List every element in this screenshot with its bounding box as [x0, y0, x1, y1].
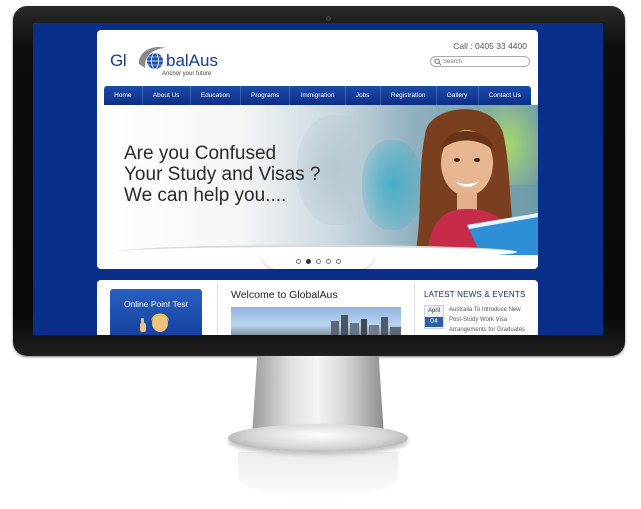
city-skyline-photo — [231, 307, 401, 335]
site-header-card: Gl balAus Anchor your future Call : 0405… — [97, 30, 538, 269]
hero-line: We can help you.... — [124, 185, 287, 206]
skyline-graphic — [331, 315, 401, 335]
content-card: Online Point Test Welcome to GlobalAus L… — [97, 280, 538, 335]
news-month: April — [427, 308, 440, 314]
hero-banner[interactable]: Are you Confused Your Study and Visas ? … — [97, 105, 538, 255]
nav-about-us[interactable]: About Us — [143, 86, 191, 105]
news-section-title: LATEST NEWS & EVENTS — [424, 290, 526, 299]
nav-gallery[interactable]: Gallery — [437, 86, 479, 105]
welcome-title: Welcome to GlobalAus — [231, 289, 338, 301]
search-icon[interactable] — [434, 58, 442, 66]
slider-dot[interactable] — [295, 258, 301, 264]
nav-jobs[interactable]: Jobs — [346, 86, 381, 105]
logo-prefix: Gl — [110, 51, 127, 70]
hero-headline: Are you Confused Your Study and Visas ? … — [124, 143, 320, 206]
nav-home[interactable]: Home — [104, 86, 143, 105]
online-point-test-title: Online Point Test — [123, 299, 189, 309]
column-divider — [217, 284, 218, 335]
news-date-badge: April 04 — [424, 305, 444, 329]
main-nav: Home About Us Education Programs Immigra… — [104, 86, 531, 105]
news-day: 04 — [425, 317, 443, 327]
monitor-stand-base — [228, 424, 408, 452]
slider-pagination — [261, 253, 375, 269]
nav-immigration[interactable]: Immigration — [290, 86, 346, 105]
logo-tagline: Anchor your future — [162, 71, 212, 77]
webcam-icon — [326, 16, 331, 21]
news-line: Post-Study Work Visa — [449, 317, 508, 323]
logo-suffix: balAus — [166, 51, 218, 70]
hero-student-photo — [415, 109, 538, 255]
thumbs-up-person-photo — [140, 313, 169, 332]
nav-contact-us[interactable]: Contact Us — [479, 86, 531, 105]
slider-dot[interactable] — [315, 258, 321, 264]
slider-dot[interactable] — [325, 258, 331, 264]
search-box[interactable] — [430, 56, 530, 67]
monitor-screen: Gl balAus Anchor your future Call : 0405… — [33, 23, 603, 335]
site-logo[interactable]: Gl balAus Anchor your future — [110, 42, 220, 82]
online-point-test-box[interactable]: Online Point Test — [110, 289, 202, 335]
nav-programs[interactable]: Programs — [241, 86, 291, 105]
news-line: Australia To Introduce New — [449, 307, 521, 313]
search-input[interactable] — [443, 57, 527, 66]
hero-line: Are you Confused — [124, 143, 277, 164]
slider-dot-active[interactable] — [305, 258, 311, 264]
news-line: Arrangements for Graduates — [449, 327, 526, 333]
nav-registration[interactable]: Registration — [381, 86, 437, 105]
slider-dot[interactable] — [335, 258, 341, 264]
news-item-text[interactable]: Australia To Introduce New Post-Study Wo… — [449, 305, 534, 335]
call-phone-text: Call : 0405 33 4400 — [453, 41, 527, 51]
hero-line: Your Study and Visas ? — [124, 164, 321, 185]
nav-education[interactable]: Education — [191, 86, 241, 105]
monitor-stand-reflection — [238, 452, 398, 500]
column-divider — [414, 284, 415, 335]
